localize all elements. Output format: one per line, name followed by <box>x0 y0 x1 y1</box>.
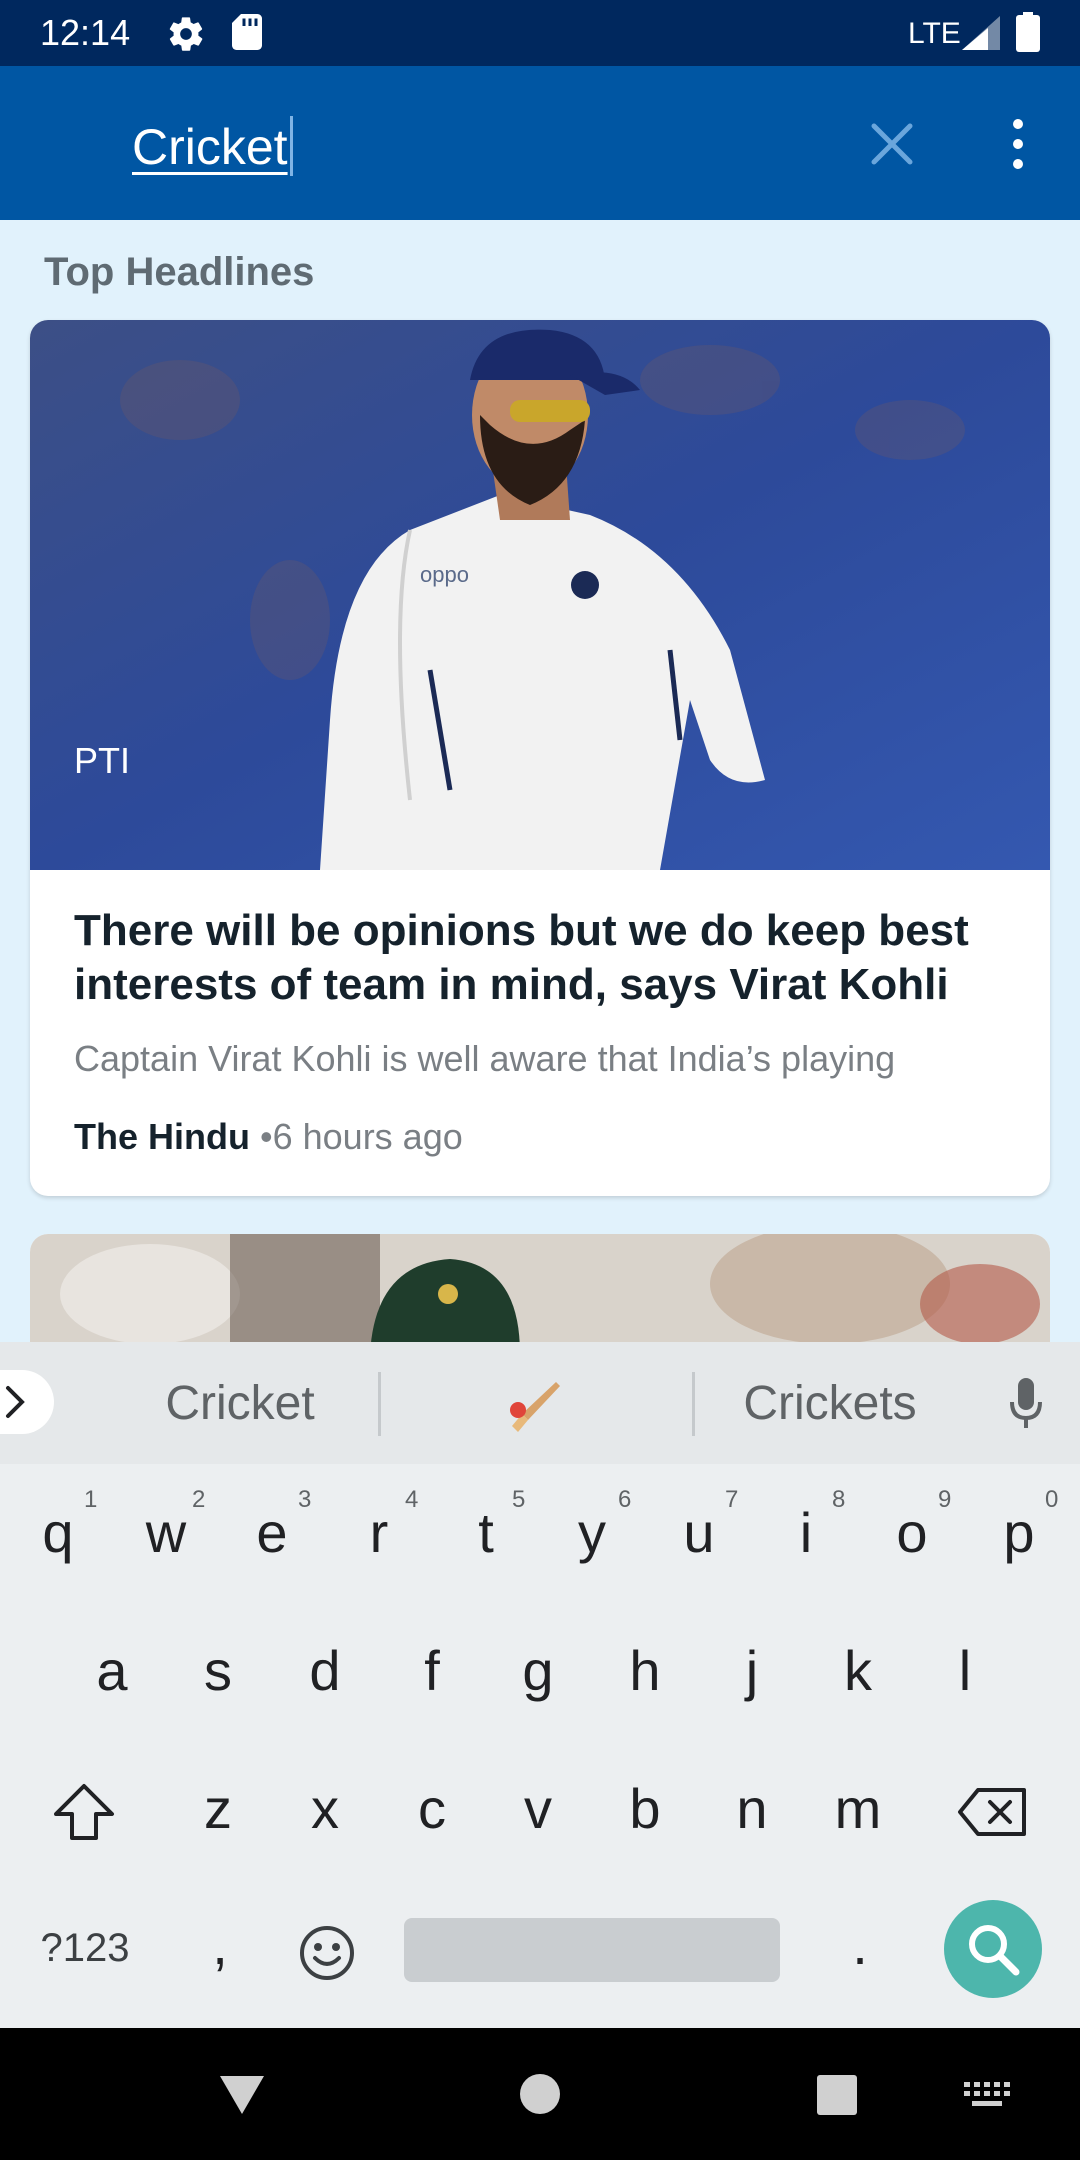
period-key[interactable]: . <box>820 1912 900 1977</box>
shift-key[interactable] <box>52 1782 116 1842</box>
key-number-hint: 6 <box>618 1486 632 1513</box>
svg-text:oppo: oppo <box>420 562 469 587</box>
article-source: The Hindu <box>74 1116 250 1157</box>
article-image: oppo <box>30 320 1050 870</box>
symbols-key[interactable]: ?123 <box>40 1926 130 1971</box>
chevron-right-icon <box>6 1386 25 1418</box>
key-x[interactable]: x <box>285 1776 365 1841</box>
key-n[interactable]: n <box>712 1776 792 1841</box>
key-b[interactable]: b <box>605 1776 685 1841</box>
key-k[interactable]: k <box>818 1638 898 1703</box>
status-bar: 12:14 LTE <box>0 0 1080 66</box>
search-input[interactable]: Cricket <box>132 118 288 176</box>
key-l[interactable]: l <box>925 1638 1005 1703</box>
key-number-hint: 1 <box>84 1486 98 1513</box>
key-j[interactable]: j <box>712 1638 792 1703</box>
clear-search-icon[interactable] <box>868 120 916 168</box>
suggestion-left[interactable]: Cricket <box>140 1376 340 1431</box>
key-number-hint: 8 <box>832 1486 846 1513</box>
key-z[interactable]: z <box>178 1776 258 1841</box>
sd-card-icon <box>232 14 262 50</box>
search-toolbar: Cricket <box>0 66 1080 220</box>
article-card[interactable]: oppo PTI There will be opinions but we d… <box>30 320 1050 1196</box>
suggestion-divider <box>692 1372 695 1436</box>
key-d[interactable]: d <box>285 1638 365 1703</box>
key-s[interactable]: s <box>178 1638 258 1703</box>
article-meta: The Hindu •6 hours ago <box>74 1116 463 1158</box>
network-type-label: LTE <box>908 17 961 50</box>
key-m[interactable]: m <box>818 1776 898 1841</box>
emoji-key-icon[interactable] <box>298 1924 356 1982</box>
suggestion-divider <box>378 1372 381 1436</box>
key-number-hint: 2 <box>192 1486 206 1513</box>
suggestion-right[interactable]: Crickets <box>720 1376 940 1431</box>
search-key[interactable] <box>944 1900 1042 1998</box>
key-h[interactable]: h <box>605 1638 685 1703</box>
key-number-hint: 4 <box>405 1486 419 1513</box>
search-icon <box>969 1925 1020 1976</box>
settings-gear-icon <box>169 17 203 51</box>
navigation-bar <box>0 2028 1080 2160</box>
article-description: Captain Virat Kohli is well aware that I… <box>74 1038 896 1079</box>
soft-keyboard: Cricket Crickets q1w2e3r4t5y6u7i8o9p0 as… <box>0 1342 1080 2028</box>
key-g[interactable]: g <box>498 1638 578 1703</box>
expand-suggestions-button[interactable] <box>0 1370 54 1434</box>
key-v[interactable]: v <box>498 1776 578 1841</box>
key-c[interactable]: c <box>392 1776 472 1841</box>
article-time: •6 hours ago <box>260 1116 463 1157</box>
home-nav-icon[interactable] <box>518 2072 562 2116</box>
comma-key[interactable]: , <box>180 1912 260 1977</box>
backspace-key[interactable] <box>956 1786 1028 1838</box>
microphone-icon[interactable] <box>1004 1374 1048 1434</box>
keyboard-switch-icon[interactable] <box>964 2082 1010 2112</box>
signal-icon <box>962 16 1000 50</box>
cricket-bat-emoji-icon[interactable] <box>506 1378 564 1436</box>
back-nav-icon[interactable] <box>218 2074 266 2116</box>
section-title: Top Headlines <box>44 250 315 294</box>
text-caret <box>290 116 293 176</box>
overflow-menu-icon[interactable] <box>1000 116 1036 172</box>
image-credit: PTI <box>74 740 131 781</box>
key-number-hint: 0 <box>1045 1486 1059 1513</box>
key-a[interactable]: a <box>72 1638 152 1703</box>
key-f[interactable]: f <box>392 1638 472 1703</box>
suggestion-bar: Cricket Crickets <box>0 1342 1080 1464</box>
key-number-hint: 3 <box>298 1486 312 1513</box>
key-number-hint: 9 <box>938 1486 952 1513</box>
article-headline[interactable]: There will be opinions but we do keep be… <box>74 904 1014 1012</box>
status-time: 12:14 <box>40 12 131 53</box>
space-key[interactable] <box>404 1918 780 1982</box>
key-number-hint: 7 <box>725 1486 739 1513</box>
recents-nav-icon[interactable] <box>816 2074 858 2116</box>
key-number-hint: 5 <box>512 1486 526 1513</box>
battery-icon <box>1016 12 1040 52</box>
